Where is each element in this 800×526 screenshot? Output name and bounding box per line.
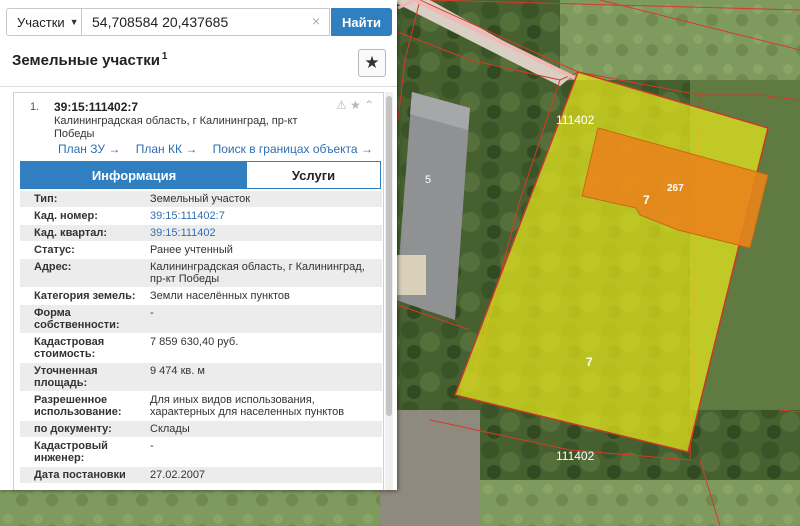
property-value: 9 474 кв. м bbox=[150, 365, 205, 377]
quarter-label-bottom: 111402 bbox=[556, 449, 595, 463]
properties-table: Тип: Земельный участок Кад. номер: 39:15:1… bbox=[20, 191, 382, 484]
property-row: Кадастровый инженер: - bbox=[20, 438, 382, 467]
property-row: по документу: Склады bbox=[20, 421, 382, 438]
property-value: Для иных видов использования, характерны… bbox=[150, 394, 345, 418]
layer-title: Земельные участки 1 bbox=[12, 51, 167, 69]
favorite-star-button[interactable]: ★ bbox=[358, 49, 386, 77]
property-key: Статус: bbox=[34, 244, 75, 256]
result-links: План ЗУ → План КК → Поиск в границах объ… bbox=[58, 142, 385, 156]
property-value: 27.02.2007 bbox=[150, 469, 206, 481]
star-icon: ★ bbox=[364, 53, 380, 72]
info-panel: Участки ▼ × Найти Земельные участки1 ★ 1… bbox=[0, 0, 397, 490]
property-row: Форма собственности: - bbox=[20, 305, 382, 334]
property-row: Уточненная площадь: 9 474 кв. м bbox=[20, 363, 382, 392]
property-row: Статус: Ранее учтенный bbox=[20, 242, 382, 259]
building-label-left: 5 bbox=[425, 174, 431, 186]
property-value: 7 859 630,40 руб. bbox=[150, 336, 239, 348]
property-key: Адрес: bbox=[34, 261, 72, 273]
property-value-link[interactable]: 39:15:111402:7 bbox=[144, 208, 382, 224]
divider bbox=[0, 86, 397, 87]
property-value: Земли населённых пунктов bbox=[150, 290, 290, 302]
property-row: Дата постановки 27.02.2007 bbox=[20, 467, 382, 484]
property-row: Адрес: Калининградская область, г Калинин… bbox=[20, 259, 382, 288]
property-key: Разрешенное использование: bbox=[34, 394, 122, 418]
layer-count: 1 bbox=[161, 51, 168, 62]
result-action-icons[interactable]: ⚠ ★ ⌃ bbox=[336, 98, 374, 112]
property-key: Кадастровая стоимость: bbox=[34, 336, 105, 360]
scroll-thumb[interactable] bbox=[386, 96, 392, 416]
property-row: Кадастровая стоимость: 7 859 630,40 руб. bbox=[20, 334, 382, 363]
result-address: Калининградская область, г Калининград, … bbox=[54, 115, 298, 140]
property-value: - bbox=[150, 440, 154, 452]
tabs: Информация Услуги bbox=[20, 161, 381, 189]
property-key: Кадастровый инженер: bbox=[34, 440, 108, 464]
property-key: Категория земель: bbox=[34, 290, 136, 302]
property-key: Тип: bbox=[34, 193, 58, 205]
search-type-label: Участки bbox=[17, 14, 65, 30]
property-key: Дата постановки bbox=[34, 469, 126, 481]
property-row: Категория земель: Земли населённых пункто… bbox=[20, 288, 382, 305]
property-value: - bbox=[150, 307, 154, 319]
property-key: Форма собственности: bbox=[34, 307, 120, 331]
result-index: 1. bbox=[30, 101, 40, 113]
property-value: Земельный участок bbox=[150, 193, 251, 205]
property-row: Разрешенное использование: Для иных видов… bbox=[20, 392, 382, 421]
property-value: Калининградская область, г Калининград, … bbox=[150, 261, 365, 285]
property-row: Тип: Земельный участок bbox=[20, 191, 382, 208]
property-value-link[interactable]: 39:15:111402 bbox=[144, 225, 382, 241]
result-cadastral-number[interactable]: 39:15:111402:7 bbox=[54, 100, 138, 114]
building-label: 267 bbox=[667, 183, 684, 194]
plan-kk-link[interactable]: План КК → bbox=[136, 142, 198, 156]
search-type-dropdown[interactable]: Участки ▼ bbox=[6, 8, 82, 36]
chevron-down-icon: ▼ bbox=[69, 17, 79, 27]
search-input[interactable] bbox=[82, 8, 330, 36]
property-value: Склады bbox=[150, 423, 190, 435]
parcel-label-main: 7 bbox=[586, 355, 593, 369]
result-card: 1. 39:15:111402:7 ⚠ ★ ⌃ Калининградская … bbox=[13, 92, 384, 490]
clear-icon[interactable]: × bbox=[312, 13, 320, 29]
property-row: Кад. квартал: 39:15:111402 bbox=[20, 225, 382, 242]
property-value: Ранее учтенный bbox=[150, 244, 233, 256]
search-in-bounds-link[interactable]: Поиск в границах объекта → bbox=[213, 142, 373, 156]
property-key: по документу: bbox=[34, 423, 112, 435]
property-key: Кад. квартал: bbox=[34, 227, 108, 239]
quarter-label-top: 111402 bbox=[556, 113, 595, 127]
parcel-label-orange: 7 bbox=[643, 193, 650, 207]
property-key: Кад. номер: bbox=[34, 210, 98, 222]
tab-information[interactable]: Информация bbox=[21, 162, 247, 188]
tab-services[interactable]: Услуги bbox=[247, 162, 380, 188]
layer-title-text: Земельные участки bbox=[12, 52, 160, 69]
find-button[interactable]: Найти bbox=[331, 8, 392, 36]
property-key: Уточненная площадь: bbox=[34, 365, 98, 389]
search-bar: Участки ▼ × Найти bbox=[6, 8, 392, 38]
plan-zu-link[interactable]: План ЗУ → bbox=[58, 142, 120, 156]
scrollbar[interactable] bbox=[385, 92, 393, 490]
property-row: Кад. номер: 39:15:111402:7 bbox=[20, 208, 382, 225]
